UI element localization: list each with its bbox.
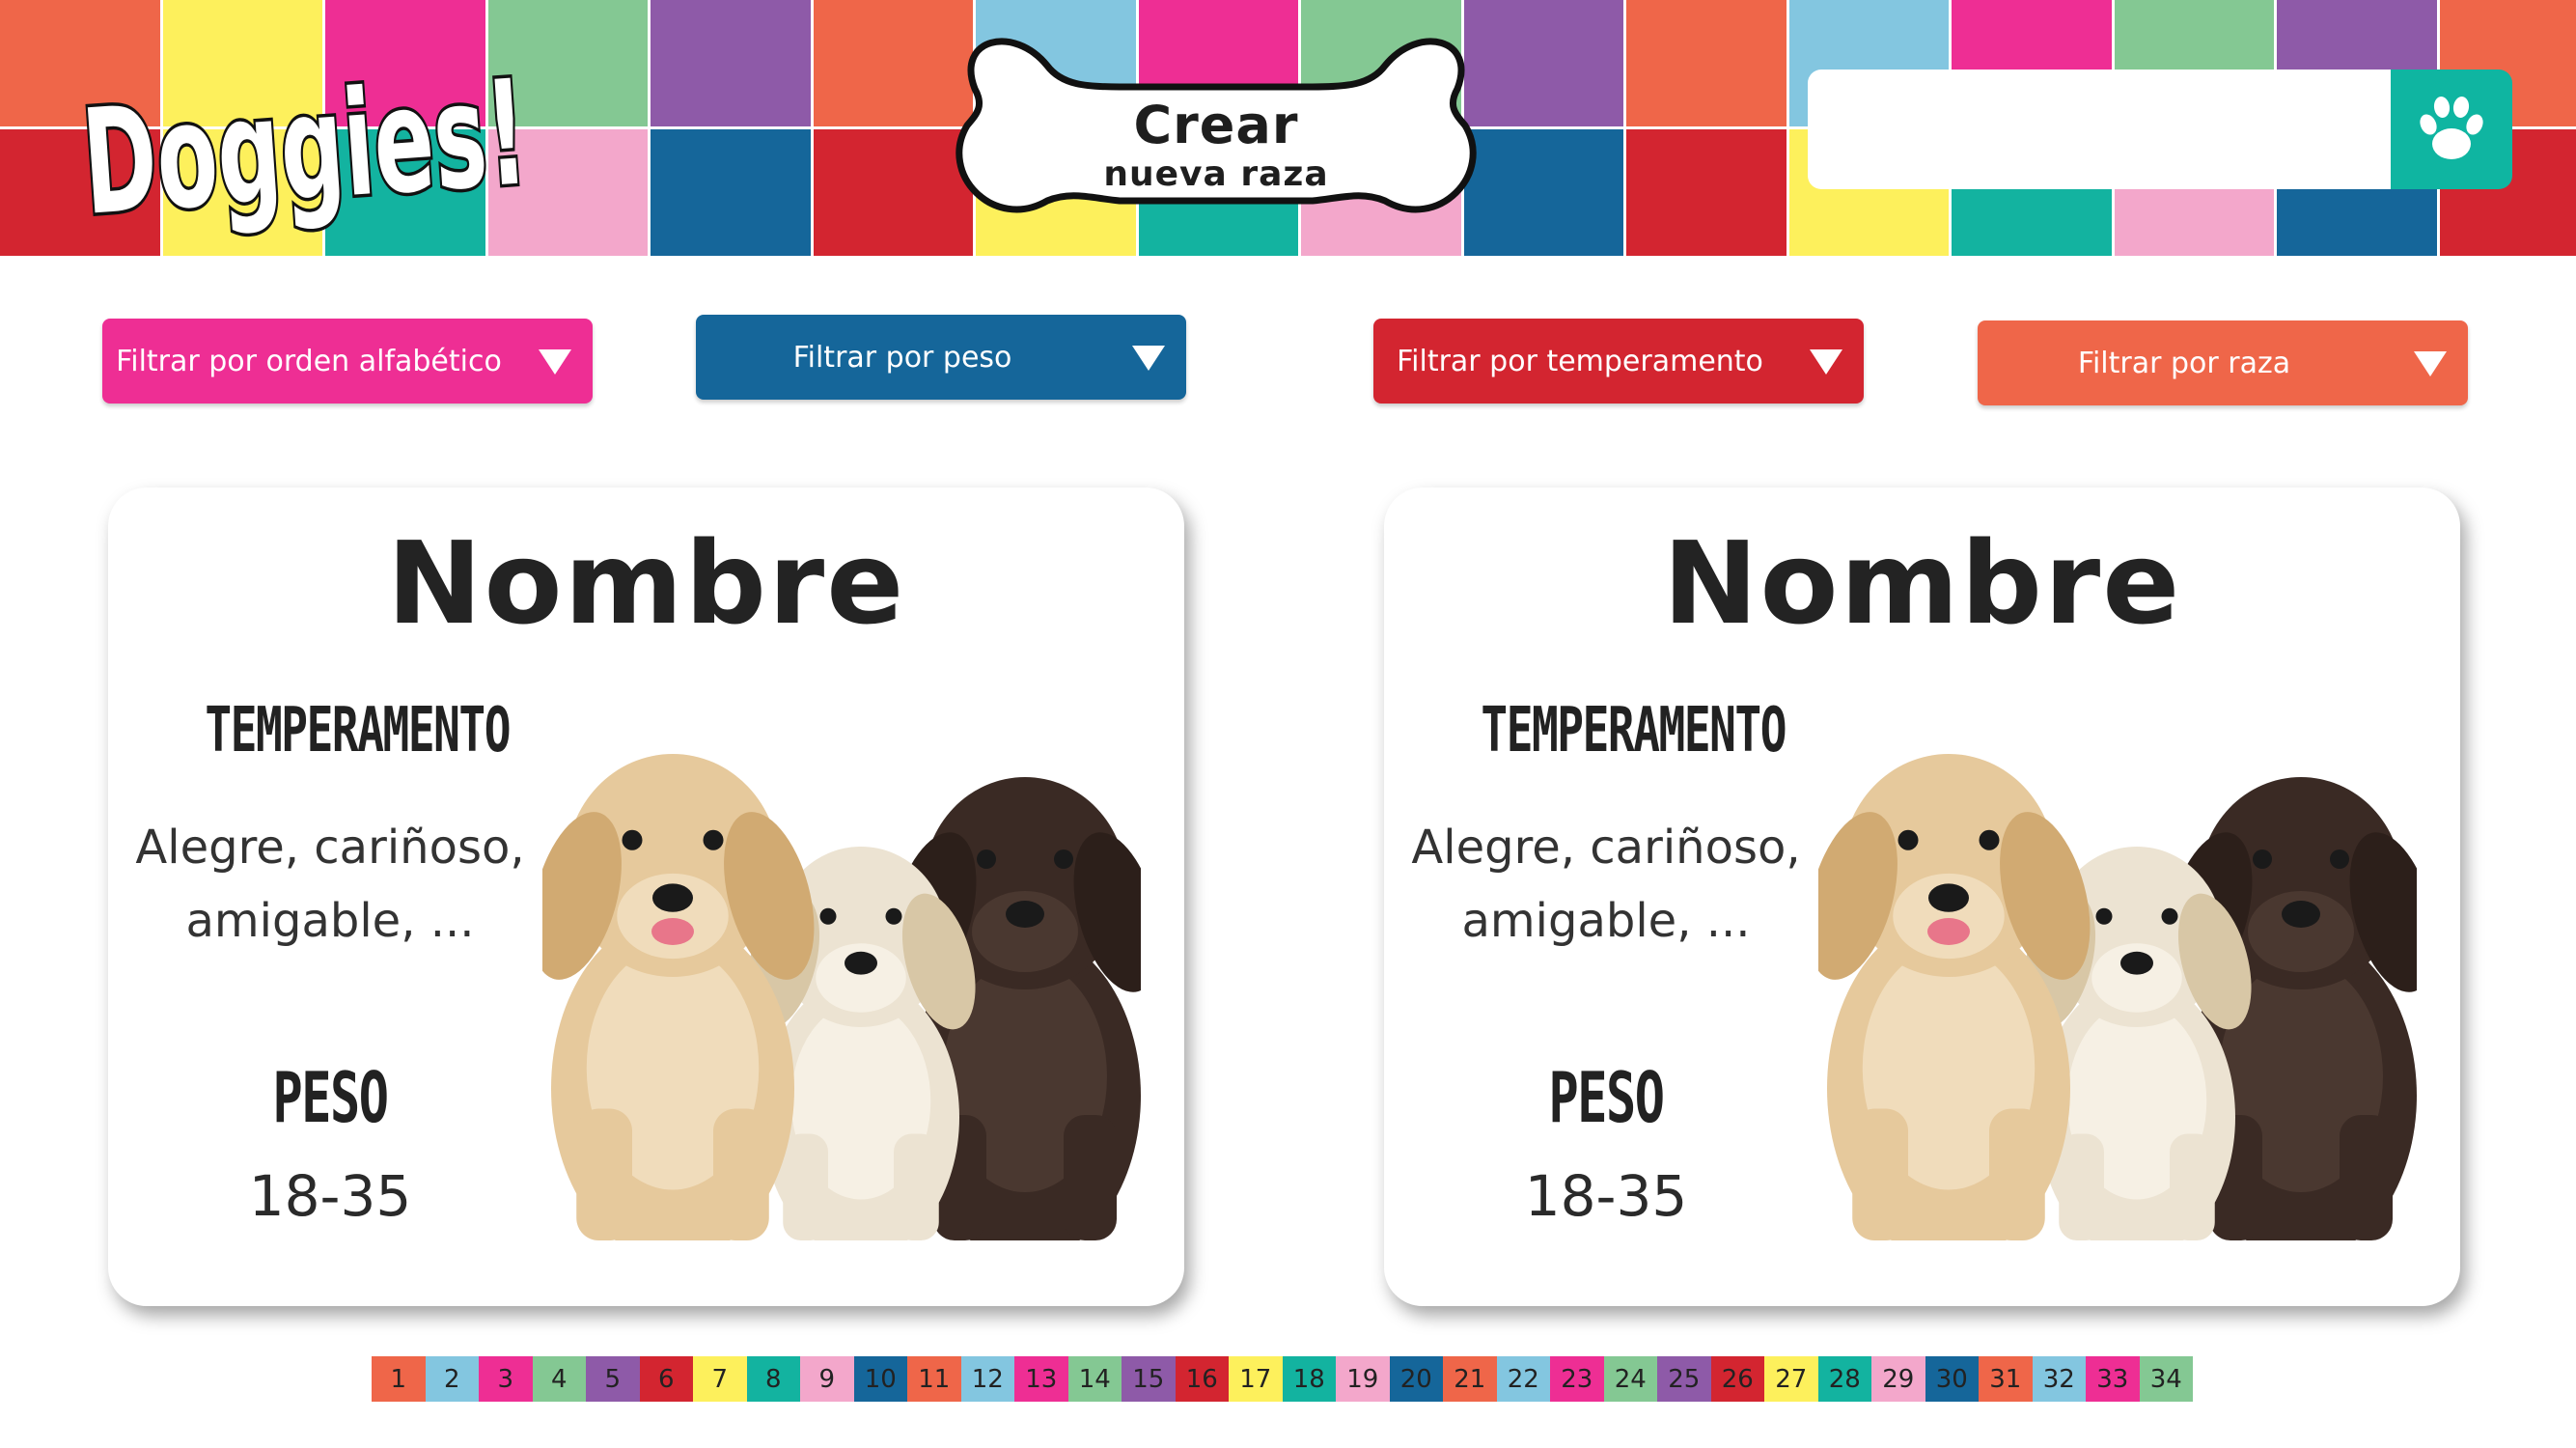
page-button-22[interactable]: 22: [1496, 1356, 1550, 1402]
puppies-image: [542, 754, 1141, 1240]
page-button-10[interactable]: 10: [853, 1356, 907, 1402]
page-button-31[interactable]: 31: [1979, 1356, 2033, 1402]
chevron-down-icon: [1810, 349, 1842, 375]
logo-text: Doggies!: [82, 49, 532, 248]
page-button-34[interactable]: 34: [2139, 1356, 2193, 1402]
page-button-26[interactable]: 26: [1710, 1356, 1764, 1402]
page-button-8[interactable]: 8: [746, 1356, 800, 1402]
page-button-18[interactable]: 18: [1282, 1356, 1336, 1402]
mosaic-tile: [813, 129, 973, 256]
create-label-line1: Crear: [1133, 95, 1299, 155]
mosaic-tile: [813, 0, 973, 126]
filter-breed[interactable]: Filtrar por raza: [1978, 320, 2468, 405]
weight-value: 18-35: [248, 1163, 412, 1229]
doggies-logo[interactable]: Doggies!: [82, 19, 536, 251]
temperament-heading: TEMPERAMENTO: [1481, 695, 1787, 766]
filter-alphabetical[interactable]: Filtrar por orden alfabético: [102, 319, 593, 404]
temperament-value: Alegre, cariñoso, amigable, ...: [1403, 811, 1809, 958]
page-button-13[interactable]: 13: [1014, 1356, 1068, 1402]
page-button-17[interactable]: 17: [1229, 1356, 1283, 1402]
temperament-line-1: Alegre, cariñoso,: [1411, 821, 1801, 875]
page-button-27[interactable]: 27: [1764, 1356, 1818, 1402]
create-breed-button[interactable]: Crear nueva raza: [956, 19, 1477, 241]
chevron-down-icon: [539, 349, 571, 375]
page-button-1[interactable]: 1: [372, 1356, 426, 1402]
filter-alphabetical-label: Filtrar por orden alfabético: [116, 344, 502, 378]
page-button-5[interactable]: 5: [586, 1356, 640, 1402]
weight-heading: PESO: [272, 1057, 389, 1138]
page-button-12[interactable]: 12: [960, 1356, 1014, 1402]
temperament-line-1: Alegre, cariñoso,: [135, 821, 525, 875]
mosaic-tile: [1463, 129, 1623, 256]
pagination: 1 2 3 4 5 6 7 8 9 10 11 12 13 14 15 16 17 18 19 20 21 22 23 24 2…: [372, 1356, 2193, 1402]
page-button-20[interactable]: 20: [1389, 1356, 1443, 1402]
mosaic-tile: [651, 0, 811, 126]
temperament-value: Alegre, cariñoso, amigable, ...: [127, 811, 533, 958]
paw-icon: [2420, 97, 2483, 159]
chevron-down-icon: [1132, 346, 1165, 371]
chevron-down-icon: [2414, 351, 2447, 376]
weight-heading: PESO: [1548, 1057, 1665, 1138]
header-banner: Doggies! Crear nueva raza: [0, 0, 2576, 259]
filter-temperament[interactable]: Filtrar por temperamento: [1373, 319, 1864, 404]
page-button-4[interactable]: 4: [532, 1356, 586, 1402]
page-button-14[interactable]: 14: [1067, 1356, 1122, 1402]
page-button-33[interactable]: 33: [2086, 1356, 2140, 1402]
breed-name: Nombre: [1662, 516, 2182, 650]
page-button-25[interactable]: 25: [1657, 1356, 1711, 1402]
filter-weight-label: Filtrar por peso: [792, 340, 1012, 375]
page-button-19[interactable]: 19: [1336, 1356, 1390, 1402]
page-button-11[interactable]: 11: [907, 1356, 961, 1402]
page-button-32[interactable]: 32: [2032, 1356, 2086, 1402]
search-button[interactable]: [2391, 70, 2512, 189]
temperament-heading: TEMPERAMENTO: [205, 695, 511, 766]
create-label-line2: nueva raza: [1103, 154, 1329, 194]
page-button-6[interactable]: 6: [639, 1356, 693, 1402]
mosaic-tile: [1626, 0, 1787, 126]
page-button-28[interactable]: 28: [1817, 1356, 1871, 1402]
puppies-image: [1818, 754, 2417, 1240]
temperament-line-2: amigable, ...: [1461, 894, 1751, 948]
page-button-3[interactable]: 3: [479, 1356, 533, 1402]
breed-name: Nombre: [386, 516, 906, 650]
mosaic-tile: [1463, 0, 1623, 126]
page-button-24[interactable]: 24: [1603, 1356, 1657, 1402]
filter-temperament-label: Filtrar por temperamento: [1397, 344, 1763, 378]
search-input[interactable]: [1808, 70, 2393, 189]
page-button-15[interactable]: 15: [1122, 1356, 1176, 1402]
page-button-2[interactable]: 2: [425, 1356, 479, 1402]
filter-breed-label: Filtrar por raza: [2077, 346, 2291, 380]
page-button-30[interactable]: 30: [1925, 1356, 1979, 1402]
page-button-7[interactable]: 7: [693, 1356, 747, 1402]
filter-weight[interactable]: Filtrar por peso: [696, 315, 1186, 400]
temperament-line-2: amigable, ...: [185, 894, 475, 948]
page-button-9[interactable]: 9: [800, 1356, 854, 1402]
page-button-29[interactable]: 29: [1871, 1356, 1925, 1402]
breed-card[interactable]: Nombre TEMPERAMENTO Alegre, cariñoso, am…: [108, 487, 1184, 1306]
page-button-23[interactable]: 23: [1550, 1356, 1604, 1402]
mosaic-tile: [1626, 129, 1787, 256]
page-button-21[interactable]: 21: [1443, 1356, 1497, 1402]
breed-card[interactable]: Nombre TEMPERAMENTO Alegre, cariñoso, am…: [1384, 487, 2460, 1306]
weight-value: 18-35: [1524, 1163, 1688, 1229]
search-bar: [1808, 70, 2512, 189]
page-button-16[interactable]: 16: [1175, 1356, 1229, 1402]
mosaic-tile: [651, 129, 811, 256]
